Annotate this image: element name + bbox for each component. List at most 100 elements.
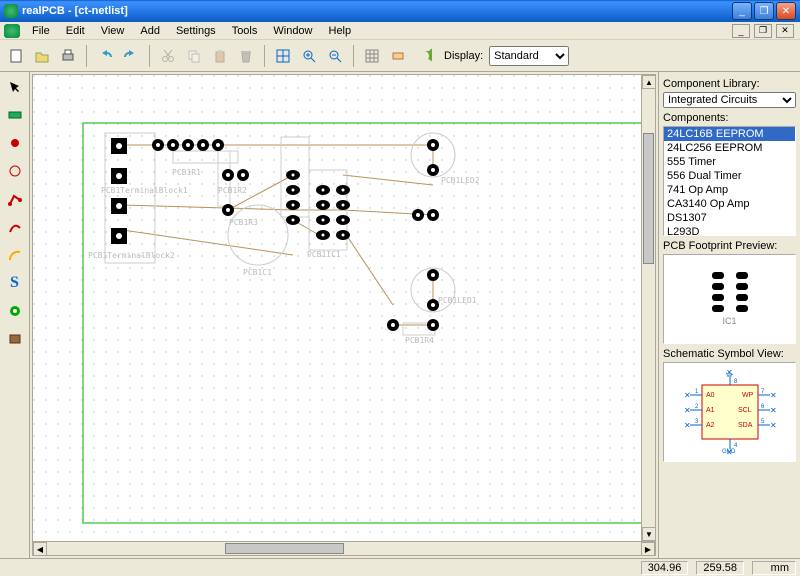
app-icon — [4, 4, 18, 18]
menu-tools[interactable]: Tools — [224, 24, 266, 38]
minimize-button[interactable]: _ — [732, 2, 752, 20]
svg-text:✕: ✕ — [726, 448, 733, 457]
component-item[interactable]: 741 Op Amp — [664, 183, 795, 197]
component-item[interactable]: 24LC256 EEPROM — [664, 141, 795, 155]
open-button[interactable] — [30, 44, 54, 68]
status-x: 304.96 — [641, 561, 689, 575]
svg-text:WP: WP — [742, 392, 754, 399]
workspace: S — [0, 72, 800, 558]
zoom-in-button[interactable] — [297, 44, 321, 68]
delete-button[interactable] — [234, 44, 258, 68]
vertical-scrollbar[interactable]: ▲ ▼ — [641, 75, 655, 541]
menu-bar: File Edit View Add Settings Tools Window… — [0, 22, 800, 40]
h-scroll-thumb[interactable] — [225, 543, 344, 554]
scroll-down-arrow[interactable]: ▼ — [642, 527, 656, 541]
snap-tool[interactable]: S — [4, 272, 26, 294]
svg-text:✕: ✕ — [726, 368, 733, 377]
scroll-left-arrow[interactable]: ◀ — [33, 542, 47, 556]
v-scroll-thumb[interactable] — [643, 133, 654, 264]
via-tool[interactable] — [4, 300, 26, 322]
menu-settings[interactable]: Settings — [168, 24, 224, 38]
right-panel: Component Library: Integrated Circuits C… — [658, 72, 800, 558]
zoom-fit-button[interactable] — [271, 44, 295, 68]
select-tool[interactable] — [4, 76, 26, 98]
component-item[interactable]: 24LC16B EEPROM — [664, 127, 795, 141]
refresh-button[interactable] — [412, 44, 436, 68]
curve-tool[interactable] — [4, 216, 26, 238]
zoom-out-button[interactable] — [323, 44, 347, 68]
svg-text:A0: A0 — [706, 392, 715, 399]
scroll-right-arrow[interactable]: ▶ — [641, 542, 655, 556]
component-tool[interactable] — [4, 104, 26, 126]
component-item[interactable]: CA3140 Op Amp — [664, 197, 795, 211]
svg-text:✕: ✕ — [684, 406, 691, 415]
svg-text:PCB1R1: PCB1R1 — [172, 168, 201, 177]
status-y: 259.58 — [696, 561, 744, 575]
components-list[interactable]: 24LC16B EEPROM24LC256 EEPROM555 Timer556… — [663, 126, 796, 236]
svg-text:PCB1TerminalBlock1: PCB1TerminalBlock1 — [101, 186, 188, 195]
component-item[interactable]: DS1307 — [664, 211, 795, 225]
main-toolbar: Display: Standard — [0, 40, 800, 72]
menu-window[interactable]: Window — [265, 24, 320, 38]
copy-button[interactable] — [182, 44, 206, 68]
close-button[interactable]: ✕ — [776, 2, 796, 20]
mdi-minimize-button[interactable]: _ — [732, 24, 750, 38]
menu-add[interactable]: Add — [132, 24, 168, 38]
display-select[interactable]: Standard — [489, 46, 569, 66]
doc-icon — [4, 24, 20, 38]
pad-tool[interactable] — [4, 132, 26, 154]
menu-view[interactable]: View — [93, 24, 133, 38]
menu-help[interactable]: Help — [321, 24, 360, 38]
paste-button[interactable] — [208, 44, 232, 68]
menu-file[interactable]: File — [24, 24, 58, 38]
library-label: Component Library: — [663, 78, 796, 90]
mdi-close-button[interactable]: ✕ — [776, 24, 794, 38]
svg-text:PCB1LED2: PCB1LED2 — [441, 176, 480, 185]
schematic-label: Schematic Symbol View: — [663, 348, 796, 360]
track-tool[interactable] — [4, 188, 26, 210]
window-title: realPCB - [ct-netlist] — [22, 5, 730, 17]
horizontal-scrollbar[interactable]: ◀ ▶ — [33, 541, 655, 555]
undo-button[interactable] — [93, 44, 117, 68]
scroll-up-arrow[interactable]: ▲ — [642, 75, 656, 89]
svg-text:2: 2 — [695, 404, 699, 410]
component-item[interactable]: 556 Dual Timer — [664, 169, 795, 183]
svg-text:SCL: SCL — [738, 407, 752, 414]
footprint-label: PCB Footprint Preview: — [663, 240, 796, 252]
status-unit: mm — [752, 561, 796, 575]
maximize-button[interactable]: ❐ — [754, 2, 774, 20]
mdi-controls: _ ❐ ✕ — [732, 24, 796, 38]
svg-text:PCB1TerminalBlock2: PCB1TerminalBlock2 — [88, 251, 175, 260]
svg-text:PCB1C1: PCB1C1 — [243, 268, 272, 277]
svg-text:SDA: SDA — [738, 422, 753, 429]
status-bar: 304.96 259.58 mm — [0, 558, 800, 576]
svg-text:PCB1IC1: PCB1IC1 — [307, 250, 341, 259]
pcb-canvas[interactable]: PCB1TerminalBlock1 PCB1TerminalBlock2 PC… — [33, 75, 655, 555]
svg-text:PCB1R2: PCB1R2 — [218, 186, 247, 195]
left-toolbar: S — [0, 72, 30, 558]
arc-tool[interactable] — [4, 244, 26, 266]
svg-text:3: 3 — [695, 419, 699, 425]
svg-text:✕: ✕ — [770, 421, 777, 430]
menu-edit[interactable]: Edit — [58, 24, 93, 38]
component-item[interactable]: 555 Timer — [664, 155, 795, 169]
library-select[interactable]: Integrated Circuits — [663, 92, 796, 108]
print-button[interactable] — [56, 44, 80, 68]
cut-button[interactable] — [156, 44, 180, 68]
svg-text:PCB1LED1: PCB1LED1 — [438, 296, 477, 305]
ic-tool[interactable] — [4, 328, 26, 350]
grid-button[interactable] — [360, 44, 384, 68]
circle-tool[interactable] — [4, 160, 26, 182]
mdi-restore-button[interactable]: ❐ — [754, 24, 772, 38]
svg-text:4: 4 — [734, 443, 738, 449]
display-label: Display: — [444, 50, 483, 62]
new-button[interactable] — [4, 44, 28, 68]
component-item[interactable]: L293D — [664, 225, 795, 236]
svg-text:5: 5 — [761, 419, 765, 425]
redo-button[interactable] — [119, 44, 143, 68]
svg-text:A2: A2 — [706, 422, 715, 429]
layers-button[interactable] — [386, 44, 410, 68]
components-label: Components: — [663, 112, 796, 124]
schematic-preview: A0 A1 A2 WP SCL SDA V+ GND 1 2 3 7 6 5 8 — [663, 362, 796, 462]
svg-text:✕: ✕ — [770, 406, 777, 415]
